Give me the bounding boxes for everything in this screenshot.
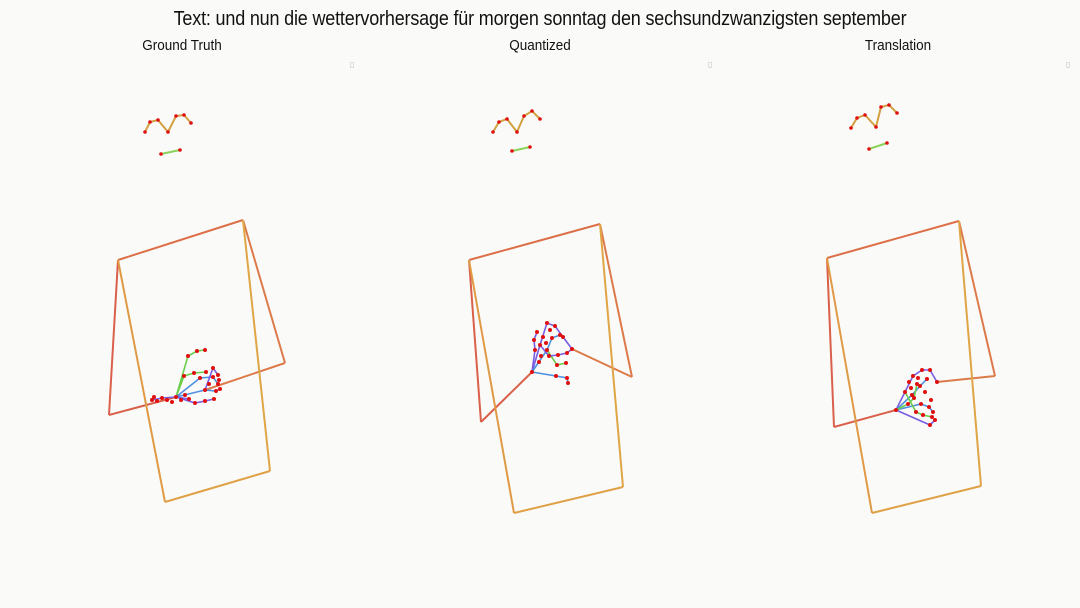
- body-lines: [826, 220, 996, 514]
- hand-joints: [150, 348, 222, 405]
- body-lines: [108, 219, 286, 503]
- torso-right: [599, 223, 624, 488]
- upper-arm-left: [958, 220, 996, 377]
- hip-line: [513, 486, 624, 514]
- hand-joints: [894, 368, 939, 427]
- face-keypoints: [850, 103, 898, 150]
- upper-arm-left: [599, 223, 633, 378]
- face-keypoints: [144, 113, 192, 155]
- pose-skeleton-figure: [108, 103, 996, 514]
- torso-left: [826, 257, 873, 514]
- mouth-line: [160, 149, 181, 155]
- upper-arm-left: [242, 219, 286, 364]
- eyebrow-line: [144, 113, 192, 134]
- shoulder-line: [117, 219, 244, 261]
- shoulder-line: [468, 223, 601, 261]
- face-joints: [491, 109, 542, 153]
- face-joints: [143, 113, 193, 156]
- forearm-left: [936, 375, 996, 383]
- skeleton-ground-truth: [108, 113, 286, 503]
- hip-line: [871, 485, 982, 514]
- upper-arm-right: [108, 259, 119, 416]
- torso-left: [468, 259, 515, 514]
- skeleton-translation: [826, 103, 996, 514]
- forearm-left: [571, 348, 633, 378]
- upper-arm-right: [468, 259, 482, 423]
- forearm-right: [480, 371, 533, 423]
- body-lines: [468, 223, 633, 514]
- forearm-right: [833, 409, 897, 428]
- torso-right: [958, 220, 982, 487]
- mouth-line: [868, 142, 888, 150]
- torso-left: [117, 259, 166, 503]
- torso-right: [242, 219, 271, 472]
- mouth-line: [511, 146, 531, 152]
- skeleton-quantized: [468, 109, 633, 514]
- hip-line: [164, 470, 271, 503]
- shoulder-line: [826, 220, 960, 259]
- face-joints: [849, 103, 899, 151]
